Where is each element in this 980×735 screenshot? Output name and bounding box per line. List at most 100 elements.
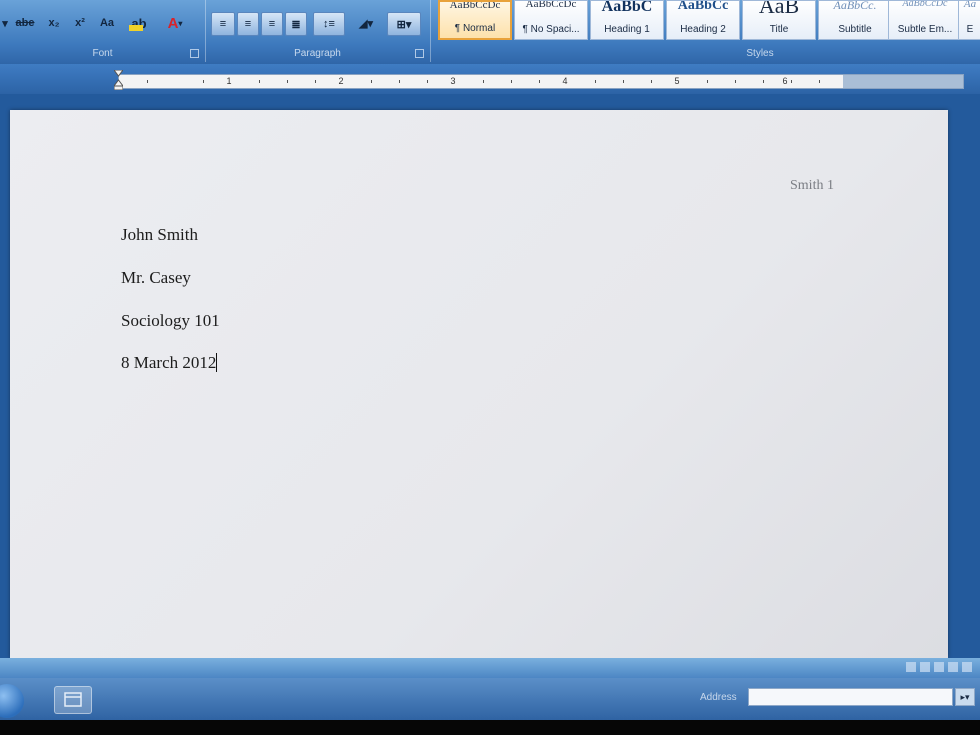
ruler-tick [483,80,484,83]
paragraph-group: ≡ ≡ ≡ ≣ ↕≡ ◢▾ ⊞▾ Paragraph [205,0,431,62]
ruler-tick [763,80,764,83]
ruler-tick [735,80,736,83]
web-layout-icon[interactable] [934,662,944,672]
horizontal-ruler[interactable]: 1 2 3 4 5 6 [118,74,845,89]
ruler-tick [539,80,540,83]
style-tile-heading-2[interactable]: AaBbCc Heading 2 [666,0,740,40]
change-case-button[interactable]: Aa [96,12,118,34]
font-group: ▾ abe x₂ x² Aa ab A ▾ Font [0,0,206,62]
full-screen-icon[interactable] [920,662,930,672]
ruler-number: 1 [226,76,232,86]
font-color-button[interactable]: A ▾ [160,12,190,34]
paragraph-dialog-launcher-icon[interactable] [415,49,424,58]
borders-button[interactable]: ⊞▾ [387,12,421,36]
font-dialog-launcher-icon[interactable] [190,49,199,58]
ruler-tick [287,80,288,83]
taskbar: Address ▸▾ [0,678,980,720]
align-right-button[interactable]: ≡ [261,12,283,36]
address-label: Address [700,692,737,703]
style-tile-heading-1[interactable]: AaBbC Heading 1 [590,0,664,40]
paint-bucket-icon: ◢▾ [359,17,373,30]
strikethrough-button[interactable]: abe [14,12,36,34]
style-tile-title[interactable]: AaB Title [742,0,816,40]
ruler-number: 6 [782,76,788,86]
style-name-label: Subtle Em... [897,24,953,35]
style-sample-text: AaBbC [601,0,653,15]
outline-icon[interactable] [948,662,958,672]
style-sample-text: AaBbCcDc [449,0,501,11]
taskbar-app-button[interactable] [54,686,92,714]
style-tile-no-spaci[interactable]: AaBbCcDc ¶ No Spaci... [514,0,588,40]
style-tile-e[interactable]: Aa E [958,0,980,40]
style-name-label: Heading 2 [680,24,726,35]
align-center-button[interactable]: ≡ [237,12,259,36]
status-bar [0,658,980,678]
style-name-label: ¶ Normal [454,23,496,34]
address-input[interactable] [748,688,953,706]
style-sample-text: Aa [963,0,977,10]
style-name-label: Heading 1 [604,24,650,35]
ruler-tick [623,80,624,83]
text-caret [216,353,218,372]
highlight-color-button[interactable]: ab [126,12,152,34]
style-name-label: Title [769,24,789,35]
page-header[interactable]: Smith 1 [790,178,834,194]
ruler-number: 5 [674,76,680,86]
print-layout-icon[interactable] [906,662,916,672]
shading-button[interactable]: ◢▾ [351,12,381,34]
indent-marker-icon[interactable] [114,70,123,90]
style-sample-text: AaBbCc [677,0,729,13]
align-left-icon: ≡ [219,18,227,30]
dropdown-arrow-icon[interactable]: ▾ [0,12,10,34]
ruler-tick [819,80,820,83]
subscript-button[interactable]: x₂ [44,12,64,34]
doc-line-date-text: 8 March 2012 [121,353,217,372]
ruler-tick [595,80,596,83]
style-sample-text: AaBbCcDc [525,0,577,10]
ribbon: ▾ abe x₂ x² Aa ab A ▾ Font ≡ ≡ ≡ ≣ ↕≡ ◢▾… [0,0,980,64]
style-sample-text: AaBbCcDc [902,0,948,9]
superscript-button[interactable]: x² [70,12,90,34]
doc-line-course[interactable]: Sociology 101 [121,311,220,331]
address-go-icon[interactable]: ▸▾ [955,688,975,706]
align-center-icon: ≡ [244,18,252,30]
ruler-tick [707,80,708,83]
align-left-button[interactable]: ≡ [211,12,235,36]
style-tile-subtle-em[interactable]: AaBbCcDc Subtle Em... [888,0,962,40]
screen-bezel [0,720,980,735]
ruler-tick [315,80,316,83]
justify-button[interactable]: ≣ [285,12,307,36]
doc-line-instructor[interactable]: Mr. Casey [121,268,191,288]
styles-group: AaBbCcDc ¶ Normal AaBbCcDc ¶ No Spaci... AaB… [430,0,980,62]
ruler-tick [427,80,428,83]
line-spacing-button[interactable]: ↕≡ [313,12,345,36]
ruler-tick [371,80,372,83]
window-icon [64,692,82,707]
ruler-tick [259,80,260,83]
paragraph-group-label: Paragraph [294,48,341,59]
style-sample-text: AaB [758,0,800,18]
document-page[interactable]: Smith 1 John Smith Mr. Casey Sociology 1… [10,110,948,658]
justify-icon: ≣ [291,18,301,31]
ruler-tick [399,80,400,83]
zoom-slider-icon[interactable] [962,662,972,672]
styles-group-label: Styles [746,48,774,59]
highlight-swatch [129,25,143,31]
font-color-icon: A [167,14,179,32]
ruler-number: 4 [562,76,568,86]
ruler-tick [203,80,204,83]
ruler-number: 2 [338,76,344,86]
align-right-icon: ≡ [268,18,276,30]
style-name-label: ¶ No Spaci... [522,24,580,35]
borders-icon: ⊞▾ [396,18,412,31]
style-tile-normal[interactable]: AaBbCcDc ¶ Normal [438,0,512,40]
doc-line-date[interactable]: 8 March 2012 [121,353,218,373]
dropdown-arrow-icon: ▾ [178,18,183,28]
ruler-tick [147,80,148,83]
view-buttons [906,662,972,672]
doc-line-name[interactable]: John Smith [121,225,198,245]
start-button[interactable] [0,684,24,718]
style-tile-subtitle[interactable]: AaBbCc. Subtitle [818,0,892,40]
ruler-margin-area [843,74,964,89]
ruler-tick [511,80,512,83]
